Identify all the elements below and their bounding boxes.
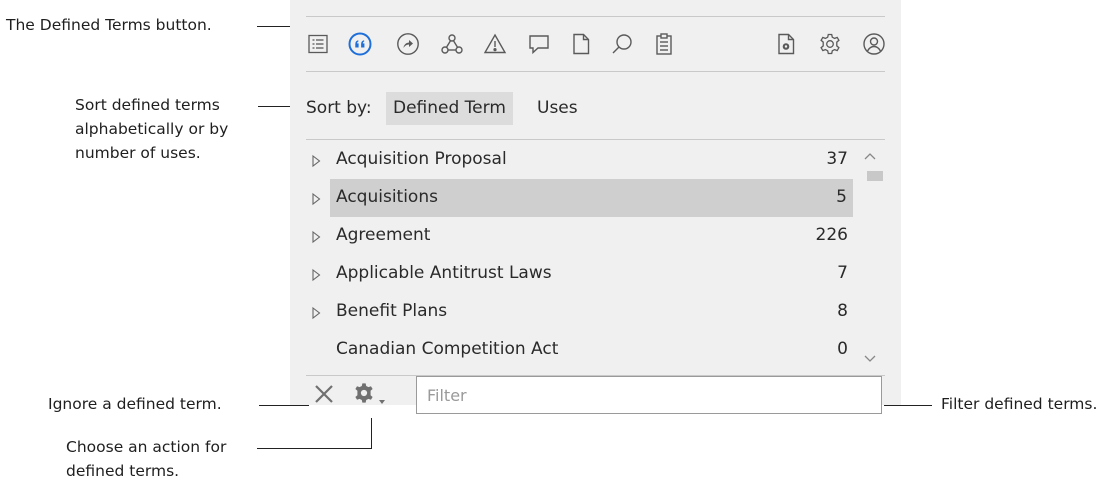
term-label: Acquisition Proposal: [336, 149, 507, 169]
term-row[interactable]: Agreement 226: [310, 217, 854, 255]
search-icon[interactable]: [610, 32, 634, 56]
sort-option-defined-term[interactable]: Defined Term: [386, 92, 513, 125]
account-icon[interactable]: [862, 32, 886, 56]
clipboard-icon[interactable]: [652, 32, 676, 56]
sort-option-uses[interactable]: Uses: [530, 92, 585, 125]
bottom-toolbar: [290, 376, 901, 414]
expand-arrow-icon[interactable]: [310, 229, 322, 244]
term-row[interactable]: Canadian Competition Act 0: [310, 331, 854, 369]
callout-filter: Filter defined terms.: [941, 395, 1098, 413]
parties-icon[interactable]: [440, 32, 464, 56]
term-uses-count: 0: [837, 339, 848, 359]
term-label: Applicable Antitrust Laws: [336, 263, 552, 283]
callout-line: [371, 418, 372, 448]
settings-icon[interactable]: [818, 32, 842, 56]
defined-terms-icon[interactable]: [348, 32, 372, 56]
scroll-up-icon[interactable]: [863, 147, 877, 160]
term-uses-count: 8: [837, 301, 848, 321]
callout-sort-line3: number of uses.: [75, 144, 201, 162]
expand-arrow-icon[interactable]: [310, 191, 322, 206]
term-uses-count: 37: [826, 149, 848, 169]
term-row[interactable]: Benefit Plans 8: [310, 293, 854, 331]
callout-line: [257, 448, 372, 449]
callout-action-line1: Choose an action for: [66, 438, 227, 456]
callout-sort-line2: alphabetically or by: [75, 120, 229, 138]
callout-sort-line1: Sort defined terms: [75, 96, 220, 114]
term-uses-count: 5: [836, 187, 847, 207]
scrollbar-thumb[interactable]: [867, 171, 883, 181]
top-divider: [306, 16, 885, 17]
document-icon[interactable]: [569, 32, 593, 56]
toolbar-divider: [306, 71, 885, 72]
callout-action-line2: defined terms.: [66, 462, 180, 480]
expand-arrow-icon[interactable]: [310, 305, 322, 320]
term-uses-count: 7: [837, 263, 848, 283]
comment-icon[interactable]: [527, 32, 551, 56]
callout-ignore: Ignore a defined term.: [48, 395, 222, 413]
warning-icon[interactable]: [483, 32, 507, 56]
term-uses-count: 226: [815, 225, 848, 245]
term-label: Canadian Competition Act: [336, 339, 559, 359]
outline-icon[interactable]: [306, 32, 330, 56]
term-row[interactable]: Applicable Antitrust Laws 7: [310, 255, 854, 293]
sort-divider: [306, 139, 885, 140]
chevron-down-icon[interactable]: [378, 390, 386, 404]
cross-references-icon[interactable]: [396, 32, 420, 56]
ignore-term-icon[interactable]: [312, 382, 336, 406]
document-settings-icon[interactable]: [774, 32, 798, 56]
term-label: Benefit Plans: [336, 301, 448, 321]
action-gear-icon[interactable]: [353, 382, 375, 404]
callout-line: [259, 405, 309, 406]
term-label: Agreement: [336, 225, 431, 245]
expand-arrow-icon[interactable]: [310, 153, 322, 168]
callout-line: [884, 405, 932, 406]
scroll-down-icon[interactable]: [863, 350, 877, 362]
term-row[interactable]: Acquisition Proposal 37: [310, 141, 854, 179]
term-label: Acquisitions: [336, 187, 438, 207]
term-row[interactable]: Acquisitions 5: [312, 179, 853, 217]
filter-input[interactable]: [416, 376, 882, 414]
expand-arrow-icon[interactable]: [310, 267, 322, 282]
sort-by-label: Sort by:: [306, 98, 372, 118]
callout-defined-terms-button: The Defined Terms button.: [6, 16, 212, 34]
defined-terms-panel: Sort by: Defined Term Uses Acquisition P…: [290, 0, 901, 414]
